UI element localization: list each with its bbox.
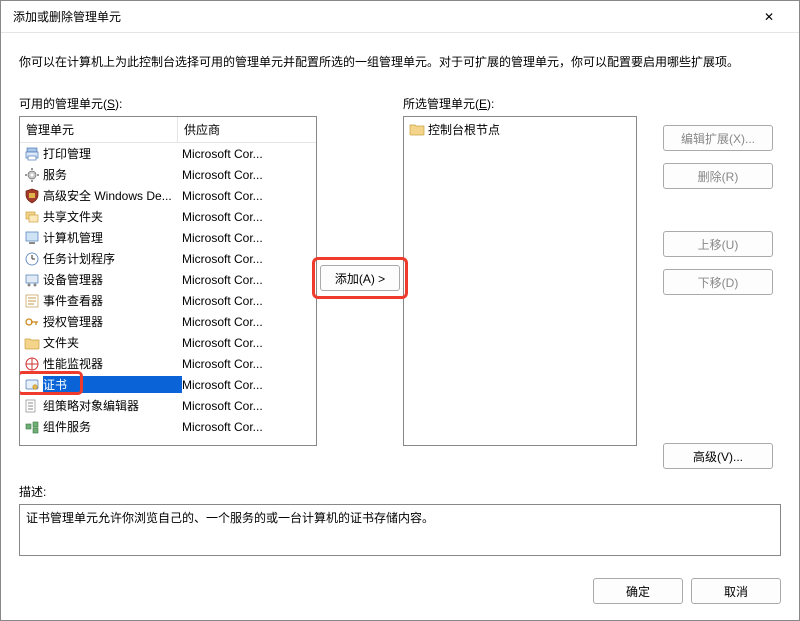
content-area: 你可以在计算机上为此控制台选择可用的管理单元并配置所选的一组管理单元。对于可扩展… — [1, 33, 799, 568]
item-vendor: Microsoft Cor... — [182, 210, 312, 224]
item-vendor: Microsoft Cor... — [182, 231, 312, 245]
remove-button[interactable]: 删除(R) — [663, 163, 773, 189]
item-vendor: Microsoft Cor... — [182, 336, 312, 350]
list-item[interactable]: 设备管理器Microsoft Cor... — [20, 269, 316, 290]
item-name: 任务计划程序 — [43, 250, 182, 267]
item-vendor: Microsoft Cor... — [182, 420, 312, 434]
header-name[interactable]: 管理单元 — [20, 117, 178, 142]
item-name: 授权管理器 — [43, 313, 182, 330]
header-vendor[interactable]: 供应商 — [178, 117, 316, 142]
list-item[interactable]: 证书Microsoft Cor... — [20, 374, 316, 395]
selected-tree[interactable]: 控制台根节点 — [403, 116, 637, 446]
item-vendor: Microsoft Cor... — [182, 147, 312, 161]
list-item[interactable]: 计算机管理Microsoft Cor... — [20, 227, 316, 248]
list-item[interactable]: 任务计划程序Microsoft Cor... — [20, 248, 316, 269]
item-vendor: Microsoft Cor... — [182, 399, 312, 413]
item-name: 组件服务 — [43, 418, 182, 435]
list-header: 管理单元 供应商 — [20, 117, 316, 143]
description-label: 描述: — [19, 483, 781, 500]
cert-icon — [24, 377, 40, 393]
list-body[interactable]: 打印管理Microsoft Cor...服务Microsoft Cor...高级… — [20, 143, 316, 445]
close-icon: ✕ — [764, 10, 774, 24]
cancel-button[interactable]: 取消 — [691, 578, 781, 604]
list-item[interactable]: 组策略对象编辑器Microsoft Cor... — [20, 395, 316, 416]
list-item[interactable]: 高级安全 Windows De...Microsoft Cor... — [20, 185, 316, 206]
edit-extensions-button[interactable]: 编辑扩展(X)... — [663, 125, 773, 151]
event-icon — [24, 293, 40, 309]
item-name: 共享文件夹 — [43, 208, 182, 225]
description-section: 描述: 证书管理单元允许你浏览自己的、一个服务的或一台计算机的证书存储内容。 — [19, 477, 781, 556]
item-vendor: Microsoft Cor... — [182, 189, 312, 203]
printer-icon — [24, 146, 40, 162]
item-name: 文件夹 — [43, 334, 182, 351]
window-title: 添加或删除管理单元 — [9, 8, 747, 25]
list-item[interactable]: 事件查看器Microsoft Cor... — [20, 290, 316, 311]
item-vendor: Microsoft Cor... — [182, 315, 312, 329]
item-name: 事件查看器 — [43, 292, 182, 309]
item-vendor: Microsoft Cor... — [182, 273, 312, 287]
list-item[interactable]: 服务Microsoft Cor... — [20, 164, 316, 185]
titlebar: 添加或删除管理单元 ✕ — [1, 1, 799, 33]
gear-icon — [24, 167, 40, 183]
list-item[interactable]: 组件服务Microsoft Cor... — [20, 416, 316, 437]
selected-label: 所选管理单元(E): — [403, 95, 637, 112]
folder-icon — [24, 335, 40, 351]
gpo-icon — [24, 398, 40, 414]
item-vendor: Microsoft Cor... — [182, 378, 312, 392]
item-name: 设备管理器 — [43, 271, 182, 288]
available-label: 可用的管理单元(S): — [19, 95, 317, 112]
list-item[interactable]: 打印管理Microsoft Cor... — [20, 143, 316, 164]
list-item[interactable]: 共享文件夹Microsoft Cor... — [20, 206, 316, 227]
item-name: 打印管理 — [43, 145, 182, 162]
item-vendor: Microsoft Cor... — [182, 357, 312, 371]
share-icon — [24, 209, 40, 225]
computer-icon — [24, 230, 40, 246]
move-up-button[interactable]: 上移(U) — [663, 231, 773, 257]
item-name: 证书 — [43, 376, 182, 393]
available-list[interactable]: 管理单元 供应商 打印管理Microsoft Cor...服务Microsoft… — [19, 116, 317, 446]
item-name: 高级安全 Windows De... — [43, 187, 182, 204]
description-text: 证书管理单元允许你浏览自己的、一个服务的或一台计算机的证书存储内容。 — [26, 509, 774, 526]
move-down-button[interactable]: 下移(D) — [663, 269, 773, 295]
key-icon — [24, 314, 40, 330]
item-name: 组策略对象编辑器 — [43, 397, 182, 414]
item-vendor: Microsoft Cor... — [182, 168, 312, 182]
columns: 可用的管理单元(S): 管理单元 供应商 打印管理Microsoft Cor..… — [19, 95, 781, 469]
right-buttons-column: 编辑扩展(X)... 删除(R) 上移(U) 下移(D) 高级(V)... — [637, 95, 781, 469]
ok-button[interactable]: 确定 — [593, 578, 683, 604]
dialog-description: 你可以在计算机上为此控制台选择可用的管理单元并配置所选的一组管理单元。对于可扩展… — [19, 53, 781, 71]
component-icon — [24, 419, 40, 435]
list-item[interactable]: 授权管理器Microsoft Cor... — [20, 311, 316, 332]
item-vendor: Microsoft Cor... — [182, 294, 312, 308]
device-icon — [24, 272, 40, 288]
footer: 确定 取消 — [1, 568, 799, 620]
description-box: 证书管理单元允许你浏览自己的、一个服务的或一台计算机的证书存储内容。 — [19, 504, 781, 556]
selected-snapins-column: 所选管理单元(E): 控制台根节点 — [403, 95, 637, 469]
available-snapins-column: 可用的管理单元(S): 管理单元 供应商 打印管理Microsoft Cor..… — [19, 95, 317, 469]
perf-icon — [24, 356, 40, 372]
tree-root[interactable]: 控制台根节点 — [406, 119, 634, 139]
tree-root-label: 控制台根节点 — [428, 121, 500, 138]
item-name: 计算机管理 — [43, 229, 182, 246]
shield-icon — [24, 188, 40, 204]
item-name: 性能监视器 — [43, 355, 182, 372]
clock-icon — [24, 251, 40, 267]
middle-column: 添加(A) > — [317, 95, 403, 469]
item-vendor: Microsoft Cor... — [182, 252, 312, 266]
advanced-button[interactable]: 高级(V)... — [663, 443, 773, 469]
add-button[interactable]: 添加(A) > — [320, 265, 400, 291]
folder-icon — [409, 121, 425, 137]
dialog-window: 添加或删除管理单元 ✕ 你可以在计算机上为此控制台选择可用的管理单元并配置所选的… — [0, 0, 800, 621]
list-item[interactable]: 性能监视器Microsoft Cor... — [20, 353, 316, 374]
close-button[interactable]: ✕ — [747, 3, 791, 31]
item-name: 服务 — [43, 166, 182, 183]
list-item[interactable]: 文件夹Microsoft Cor... — [20, 332, 316, 353]
